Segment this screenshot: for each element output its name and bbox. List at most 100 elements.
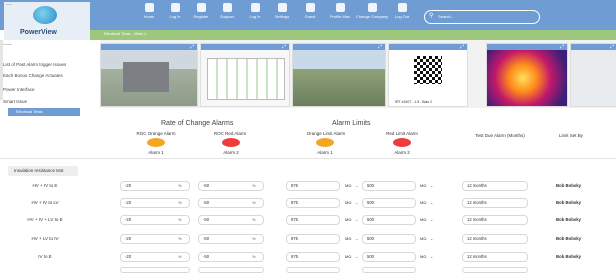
thumbnail-schematic[interactable]: ⤢	[200, 43, 290, 107]
roc-red-input[interactable]	[198, 267, 264, 273]
nav-change-company[interactable]: Change Company	[355, 3, 389, 19]
app-logo[interactable]: ------ PowerView	[4, 2, 90, 40]
chevron-down-icon[interactable]: ⌄	[355, 183, 358, 188]
login-icon	[170, 3, 180, 12]
orange-limit-input[interactable]: 975	[286, 252, 340, 262]
test-due-input[interactable]: 12 months	[462, 215, 528, 225]
left-menu: ------ List of Past Alarm trigger Issues…	[0, 40, 100, 108]
limit-set-by: Bob Bobsky	[556, 200, 582, 205]
left-menu-item[interactable]: ------	[3, 42, 12, 47]
expand-icon[interactable]: ⤢	[282, 44, 286, 50]
orange-limit-input[interactable]: 975	[286, 234, 340, 244]
search-box[interactable]: ⚲ Search...	[424, 10, 540, 24]
unit-select[interactable]: MΩ	[345, 236, 351, 241]
thumbnail-panel[interactable]: ⤢	[570, 43, 616, 107]
expand-icon[interactable]: ⤢	[378, 44, 382, 50]
input-value: -20	[125, 236, 132, 241]
roc-orange-input[interactable]	[120, 267, 190, 273]
input-value: 12 months	[467, 254, 487, 259]
unit-select[interactable]: MΩ	[345, 183, 351, 188]
row-label: HV + IV + LV to E	[27, 217, 63, 222]
unit-select[interactable]: MΩ	[420, 183, 426, 188]
test-due-input[interactable]: 12 months	[462, 252, 528, 262]
nav-logout[interactable]: Log Out	[385, 3, 419, 19]
orange-limit-input[interactable]: 975	[286, 215, 340, 225]
row-label: HV + IV to LV	[31, 200, 59, 205]
nav-label: Log Out	[394, 14, 410, 19]
unit-select[interactable]: MΩ	[420, 236, 426, 241]
divider	[0, 158, 616, 159]
input-value: 12 months	[467, 217, 487, 222]
expand-icon[interactable]: ⤢	[460, 44, 464, 50]
limit-alarm1-label: Alarm 1	[317, 150, 333, 155]
input-value: 500	[367, 183, 374, 188]
red-limit-input[interactable]: 500	[362, 252, 416, 262]
thumbnail-caption: IRT #1607 - 1.5 - Bias 2	[395, 100, 433, 104]
chevron-down-icon[interactable]: ⌄	[430, 183, 433, 188]
expand-icon[interactable]: ⤢	[560, 44, 564, 50]
chevron-down-icon[interactable]: ⌄	[430, 236, 433, 241]
unit-select[interactable]: MΩ	[345, 200, 351, 205]
expand-icon[interactable]: ⤢	[190, 44, 194, 50]
thumbnail-thermal[interactable]: ⤢	[486, 43, 568, 107]
left-menu-item[interactable]: Smart Issue	[3, 99, 27, 104]
unit-select[interactable]: MΩ	[420, 200, 426, 205]
nav-guest[interactable]: Guest	[293, 3, 327, 19]
expand-icon[interactable]: ⤢	[610, 44, 614, 50]
unit-select[interactable]: MΩ	[420, 217, 426, 222]
current-tab[interactable]: Electrical Tests	[8, 108, 80, 116]
left-menu-item[interactable]: List of Past Alarm trigger Issues	[3, 62, 66, 67]
test-due-input[interactable]: 12 months	[462, 198, 528, 208]
roc-orange-label: ROC Orange Alarm	[136, 131, 176, 136]
thumbnail-substation[interactable]: ⤢	[100, 43, 198, 107]
unit-select[interactable]: MΩ	[345, 254, 351, 259]
chevron-down-icon[interactable]: ⌄	[430, 254, 433, 259]
logout-icon	[397, 3, 407, 12]
percent-unit: %	[178, 183, 182, 188]
input-value: -20	[125, 254, 132, 259]
company-icon	[367, 3, 377, 12]
app-name: PowerView	[20, 29, 57, 36]
orange-limit-input[interactable]: 975	[286, 181, 340, 191]
percent-unit: %	[252, 254, 256, 259]
unit-select[interactable]: MΩ	[420, 254, 426, 259]
test-due-input[interactable]: 12 months	[462, 181, 528, 191]
row-label: HV + LV to IV	[31, 236, 59, 241]
red-limit-input[interactable]: 500	[362, 234, 416, 244]
nav-profile[interactable]: Profile Man	[323, 3, 357, 19]
red-limit-input[interactable]	[362, 267, 416, 273]
chevron-down-icon[interactable]: ⌄	[430, 217, 433, 222]
red-limit-input[interactable]: 500	[362, 215, 416, 225]
nav-label: Support	[219, 14, 234, 19]
chevron-down-icon[interactable]: ⌄	[355, 200, 358, 205]
section-banner: Electrical Tests - Main 1	[90, 30, 616, 40]
thumbnail-qr[interactable]: ⤢ IRT #1607 - 1.5 - Bias 2	[388, 43, 468, 107]
test-due-input[interactable]	[462, 267, 528, 273]
thumbnail-aerial[interactable]: ⤢	[292, 43, 386, 107]
orange-limit-input[interactable]	[286, 267, 340, 273]
percent-unit: %	[252, 236, 256, 241]
section-title: Electrical Tests - Main 1	[104, 31, 147, 36]
input-value: -50	[203, 200, 210, 205]
unit-select[interactable]: MΩ	[345, 217, 351, 222]
red-limit-input[interactable]: 500	[362, 181, 416, 191]
orange-limit-input[interactable]: 975	[286, 198, 340, 208]
transformer-image	[123, 62, 169, 92]
input-value: -20	[125, 183, 132, 188]
chevron-down-icon[interactable]: ⌄	[355, 217, 358, 222]
chevron-down-icon[interactable]: ⌄	[355, 254, 358, 259]
red-limit-input[interactable]: 500	[362, 198, 416, 208]
input-value: 975	[291, 254, 298, 259]
limit-set-by: Bob Bobsky	[556, 183, 582, 188]
left-menu-scrollbar[interactable]	[0, 40, 3, 100]
test-due-input[interactable]: 12 months	[462, 234, 528, 244]
left-menu-item[interactable]: Power Interface	[3, 87, 35, 92]
current-tab-label: Electrical Tests	[16, 109, 43, 114]
chevron-down-icon[interactable]: ⌄	[355, 236, 358, 241]
chevron-down-icon[interactable]: ⌄	[430, 200, 433, 205]
left-menu-item[interactable]: Each Bonus Change Actuates	[3, 73, 63, 78]
limit-set-by-header: Limit Set By	[558, 133, 583, 138]
nav-label: Register	[193, 14, 209, 19]
nav-label: Log in	[169, 14, 181, 19]
home-icon	[144, 3, 154, 12]
